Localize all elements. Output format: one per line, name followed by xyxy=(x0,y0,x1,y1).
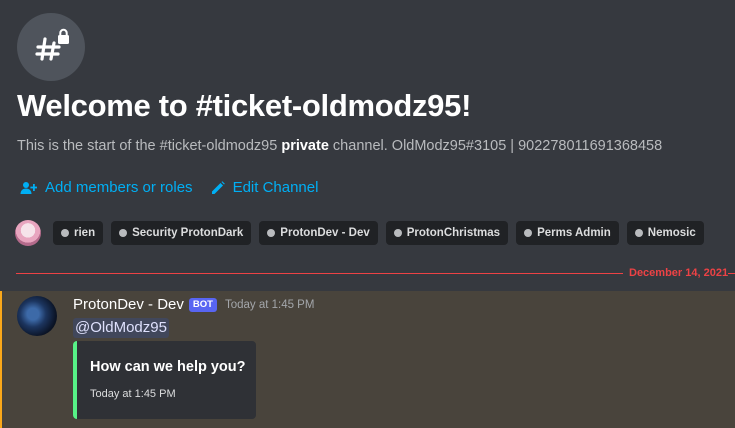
role-pill-nemosic[interactable]: Nemosic xyxy=(626,221,704,245)
role-dot xyxy=(524,229,533,237)
author-name[interactable]: ProtonDev - Dev xyxy=(73,296,184,313)
role-pill-protondev-dev[interactable]: ProtonDev - Dev xyxy=(259,221,378,245)
role-pill-perms-admin[interactable]: Perms Admin xyxy=(516,221,619,245)
role-label: ProtonDev - Dev xyxy=(280,227,370,239)
edit-channel-button[interactable]: Edit Channel xyxy=(211,179,319,196)
role-dot xyxy=(61,229,69,237)
description-suffix: channel. OldModz95#3105 | 90227801169136… xyxy=(328,138,663,154)
description-private: private xyxy=(281,138,329,154)
role-pill-security-protondark[interactable]: Security ProtonDark xyxy=(111,221,252,245)
edit-channel-label: Edit Channel xyxy=(232,179,319,196)
message-item[interactable]: ProtonDev - Dev BOT Today at 1:45 PM @Ol… xyxy=(0,291,735,428)
message-embed: How can we help you? Today at 1:45 PM xyxy=(73,341,256,419)
member-avatar[interactable] xyxy=(15,220,41,246)
message-timestamp: Today at 1:45 PM xyxy=(224,298,315,311)
role-label: ProtonChristmas xyxy=(406,227,501,239)
divider-date: December 14, 2021 xyxy=(629,267,729,279)
author-avatar[interactable] xyxy=(17,296,57,336)
role-dot xyxy=(267,229,276,237)
pencil-icon xyxy=(211,180,225,195)
role-label: Perms Admin xyxy=(537,227,611,239)
divider-tail xyxy=(728,273,735,274)
embed-title: How can we help you? xyxy=(90,359,246,375)
role-pill-protonchristmas[interactable]: ProtonChristmas xyxy=(385,221,509,245)
mention-highlight-bar xyxy=(0,291,2,428)
role-label: Nemosic xyxy=(647,227,696,239)
role-label: rien xyxy=(74,227,96,239)
role-dot xyxy=(634,229,643,237)
message-header: ProtonDev - Dev BOT Today at 1:45 PM xyxy=(73,296,314,313)
channel-actions: Add members or roles Edit Channel xyxy=(20,179,318,196)
channel-description: This is the start of the #ticket-oldmodz… xyxy=(17,138,662,154)
role-dot xyxy=(119,229,128,237)
role-label: Security ProtonDark xyxy=(132,227,244,239)
role-pill-rien[interactable]: rien xyxy=(53,221,104,245)
description-prefix: This is the start of the #ticket-oldmodz… xyxy=(17,138,282,154)
bot-tag: BOT xyxy=(188,297,217,312)
welcome-title: Welcome to #ticket-oldmodz95! xyxy=(17,88,472,123)
role-dot xyxy=(393,229,402,237)
embed-footer: Today at 1:45 PM xyxy=(90,388,176,400)
add-members-label: Add members or roles xyxy=(45,179,193,196)
channel-roles: rien Security ProtonDark ProtonDev - Dev… xyxy=(15,220,712,246)
new-messages-divider xyxy=(16,273,623,274)
add-members-button[interactable]: Add members or roles xyxy=(20,179,193,196)
person-add-icon xyxy=(20,181,37,195)
channel-hashtag-lock-icon xyxy=(17,13,85,81)
user-mention[interactable]: @OldModz95 xyxy=(73,318,169,338)
